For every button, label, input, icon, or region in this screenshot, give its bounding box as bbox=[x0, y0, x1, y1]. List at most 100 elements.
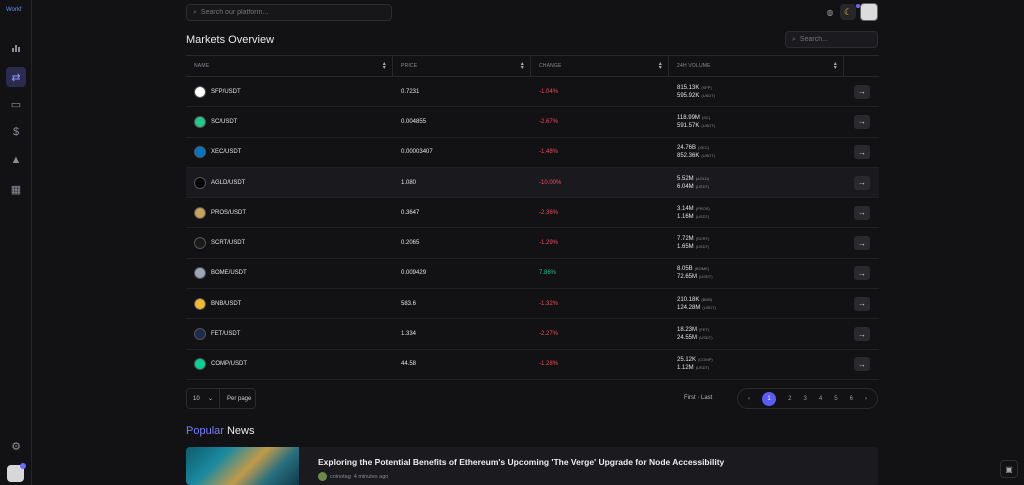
pair-name: SCRT/USDT bbox=[211, 240, 246, 247]
table-row[interactable]: AGLD/USDT 1.080 -10.00% 5.52M (AGLD) 6.04… bbox=[186, 167, 879, 199]
action-cell: → bbox=[844, 77, 879, 106]
panel-toggle-icon[interactable]: ▣ bbox=[1000, 460, 1018, 478]
first-last-links[interactable]: First · Last bbox=[684, 395, 712, 401]
arrow-right-icon[interactable]: → bbox=[854, 175, 870, 190]
coin-icon bbox=[194, 358, 206, 371]
pair-name: SFP/USDT bbox=[211, 88, 241, 95]
markets-search[interactable]: ⌕ bbox=[785, 31, 878, 48]
page-4[interactable]: 4 bbox=[819, 396, 822, 402]
page-2[interactable]: 2 bbox=[788, 396, 791, 402]
pair-name: PROS/USDT bbox=[211, 209, 247, 216]
news-author: coinotag bbox=[330, 473, 351, 480]
per-page-control: 10 ⌄ Per page bbox=[186, 388, 256, 409]
action-cell: → bbox=[844, 138, 879, 167]
sort-icon[interactable]: ▴ ▾ bbox=[383, 61, 386, 71]
moon-icon[interactable]: ☾ bbox=[840, 4, 856, 20]
markets-search-input[interactable] bbox=[799, 36, 877, 43]
sidebar-avatar[interactable] bbox=[7, 463, 26, 482]
search-icon: ⌕ bbox=[193, 8, 197, 16]
pair-cell: BOME/USDT bbox=[186, 259, 393, 288]
arrow-right-icon[interactable]: → bbox=[854, 296, 870, 311]
table-header: NAME ▴ ▾ PRICE ▴ ▾ CHANGE ▴ ▾ 24H VOLUME ▴ ▾ bbox=[186, 55, 879, 77]
chevron-down-icon: ⌄ bbox=[207, 396, 213, 402]
calendar-grid-icon[interactable]: ▦ bbox=[6, 179, 26, 199]
pair-cell: XEC/USDT bbox=[186, 138, 393, 167]
change-cell: -1.04% bbox=[539, 88, 559, 95]
table-row[interactable]: XEC/USDT 0.00003407 -1.48% 24.76B (XEC) 8… bbox=[186, 138, 879, 168]
table-row[interactable]: COMP/USDT 44.58 -1.28% 25.12K (COMP) 1.12… bbox=[186, 350, 879, 380]
price-cell: 0.00003407 bbox=[401, 149, 433, 156]
news-card[interactable]: Exploring the Potential Benefits of Ethe… bbox=[186, 447, 878, 485]
action-cell: → bbox=[844, 289, 879, 318]
notification-dot bbox=[20, 463, 26, 469]
chevron-right-icon[interactable]: › bbox=[865, 396, 867, 402]
pair-cell: SCRT/USDT bbox=[186, 228, 393, 257]
arrow-right-icon[interactable]: → bbox=[854, 114, 870, 129]
table-row[interactable]: BNB/USDT 583.6 -1.32% 210.18K (BNB) 124.2… bbox=[186, 289, 879, 320]
volume-cell: 5.52M (AGLD) 6.04M (USDT) bbox=[677, 175, 710, 190]
coin-icon bbox=[194, 85, 206, 98]
column-name[interactable]: NAME ▴ ▾ bbox=[186, 56, 393, 76]
change-cell: -10.00% bbox=[539, 179, 562, 186]
price-cell: 0.3647 bbox=[401, 209, 420, 216]
arrow-right-icon[interactable]: → bbox=[854, 357, 870, 372]
sort-icon[interactable]: ▴ ▾ bbox=[659, 61, 662, 71]
page-title: Markets Overview bbox=[186, 34, 275, 46]
table-row[interactable]: SC/USDT 0.004855 -2.67% 118.99M (SC) 591.… bbox=[186, 107, 879, 138]
table-row[interactable]: SFP/USDT 0.7231 -1.04% 815.13K (SFP) 595.… bbox=[186, 77, 879, 108]
arrow-right-icon[interactable]: → bbox=[854, 84, 870, 99]
search-icon: ⌕ bbox=[792, 35, 796, 43]
arrow-right-icon[interactable]: → bbox=[854, 205, 870, 220]
arrow-right-icon[interactable]: → bbox=[854, 145, 870, 160]
arrow-right-icon[interactable]: → bbox=[854, 266, 870, 281]
globe-icon[interactable]: ◍ bbox=[824, 5, 836, 19]
logo[interactable]: Workf bbox=[6, 6, 26, 22]
pair-cell: FET/USDT bbox=[186, 319, 393, 348]
column-change[interactable]: CHANGE ▴ ▾ bbox=[531, 56, 669, 76]
news-meta: coinotag 4 minutes ago bbox=[318, 472, 388, 481]
dollar-circle-icon[interactable]: $ bbox=[6, 122, 26, 142]
coin-icon bbox=[194, 297, 206, 310]
map-icon[interactable]: ▭ bbox=[6, 94, 26, 114]
action-cell: → bbox=[844, 107, 879, 136]
global-search-input[interactable] bbox=[200, 9, 391, 16]
price-cell: 0.2065 bbox=[401, 240, 420, 247]
pair-cell: SFP/USDT bbox=[186, 77, 393, 106]
chevron-left-icon[interactable]: ‹ bbox=[748, 396, 750, 402]
chart-bars-icon[interactable] bbox=[6, 38, 26, 58]
arrow-right-icon[interactable]: → bbox=[854, 327, 870, 342]
column-price[interactable]: PRICE ▴ ▾ bbox=[393, 56, 531, 76]
pair-name: BOME/USDT bbox=[211, 270, 247, 277]
table-row[interactable]: FET/USDT 1.334 -2.27% 18.23M (FET) 24.55M… bbox=[186, 319, 879, 350]
table-row[interactable]: BOME/USDT 0.009429 7.86% 8.05B (BOME) 72.… bbox=[186, 259, 879, 290]
column-action bbox=[844, 56, 879, 76]
settings-icon[interactable]: ⚙ bbox=[6, 436, 26, 456]
exchange-icon[interactable]: ⇄ bbox=[6, 67, 26, 87]
volume-cell: 25.12K (COMP) 1.12M (USDT) bbox=[677, 357, 713, 372]
coin-icon bbox=[194, 206, 206, 219]
coin-icon bbox=[194, 328, 206, 341]
pair-name: BNB/USDT bbox=[211, 300, 242, 307]
news-title[interactable]: Exploring the Potential Benefits of Ethe… bbox=[318, 457, 724, 467]
table-row[interactable]: PROS/USDT 0.3647 -2.36% 3.14M (PROS) 1.16… bbox=[186, 198, 879, 229]
column-volume[interactable]: 24H VOLUME ▴ ▾ bbox=[669, 56, 844, 76]
page-1[interactable]: 1 bbox=[762, 391, 777, 406]
page-3[interactable]: 3 bbox=[803, 396, 806, 402]
table-row[interactable]: SCRT/USDT 0.2065 -1.29% 7.72M (SCRT) 1.65… bbox=[186, 228, 879, 259]
sort-icon[interactable]: ▴ ▾ bbox=[834, 61, 837, 71]
sort-icon[interactable]: ▴ ▾ bbox=[521, 61, 524, 71]
per-page-select[interactable]: 10 ⌄ bbox=[187, 389, 220, 408]
wallet-icon[interactable]: ▲ bbox=[6, 150, 26, 170]
price-cell: 0.004855 bbox=[401, 118, 427, 125]
page-6[interactable]: 6 bbox=[850, 396, 853, 402]
logo-alt: Workf bbox=[6, 7, 22, 13]
volume-cell: 8.05B (BOME) 72.65M (USDT) bbox=[677, 266, 713, 281]
arrow-right-icon[interactable]: → bbox=[854, 236, 870, 251]
user-avatar[interactable] bbox=[860, 3, 878, 21]
pair-name: AGLD/USDT bbox=[211, 179, 246, 186]
price-cell: 1.334 bbox=[401, 331, 417, 338]
global-search[interactable]: ⌕ bbox=[186, 4, 392, 21]
page-5[interactable]: 5 bbox=[834, 396, 837, 402]
author-avatar bbox=[318, 472, 327, 481]
table-body: SFP/USDT 0.7231 -1.04% 815.13K (SFP) 595.… bbox=[186, 77, 879, 380]
